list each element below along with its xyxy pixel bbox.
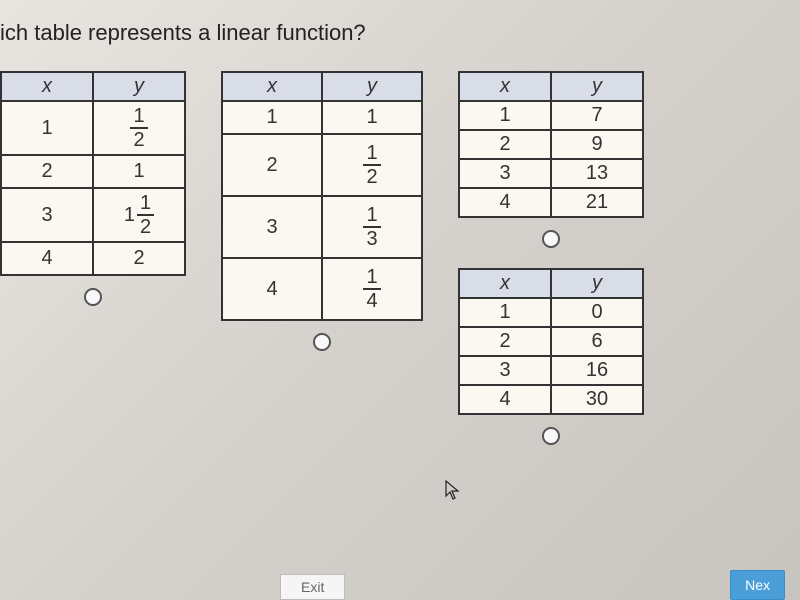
table-cell: 30 xyxy=(551,385,643,414)
header-x: x xyxy=(459,72,551,101)
table-cell: 0 xyxy=(551,298,643,327)
table-cell: 2 xyxy=(1,155,93,188)
header-x: x xyxy=(222,72,322,101)
option-3: x y 1 7 2 9 3 13 4 21 xyxy=(458,71,644,248)
option-2: x y 1 1 2 1 2 3 1 xyxy=(221,71,423,351)
table-cell: 3 xyxy=(459,356,551,385)
table-cell: 6 xyxy=(551,327,643,356)
table-cell: 1 3 xyxy=(322,196,422,258)
table-cell: 4 xyxy=(222,258,322,320)
next-button[interactable]: Nex xyxy=(730,570,785,600)
table-cell: 2 xyxy=(222,134,322,196)
fraction: 1 2 xyxy=(130,106,147,150)
table-cell: 3 xyxy=(459,159,551,188)
header-x: x xyxy=(1,72,93,101)
table-cell: 4 xyxy=(1,242,93,275)
table-cell: 16 xyxy=(551,356,643,385)
fraction: 1 4 xyxy=(363,267,380,311)
mixed-fraction: 1 1 2 xyxy=(124,193,154,237)
table-cell: 3 xyxy=(1,188,93,242)
header-y: y xyxy=(322,72,422,101)
table-cell: 1 2 xyxy=(93,101,185,155)
fraction: 1 2 xyxy=(363,143,380,187)
table-cell: 1 xyxy=(322,101,422,134)
header-y: y xyxy=(551,72,643,101)
table-cell: 2 xyxy=(93,242,185,275)
table-3: x y 1 7 2 9 3 13 4 21 xyxy=(458,71,644,218)
table-4: x y 1 0 2 6 3 16 4 30 xyxy=(458,268,644,415)
table-cell: 3 xyxy=(222,196,322,258)
radio-option-2[interactable] xyxy=(313,333,331,351)
cursor-icon xyxy=(445,480,461,508)
table-1: x y 1 1 2 2 1 3 1 xyxy=(0,71,186,276)
table-cell: 1 xyxy=(1,101,93,155)
table-2: x y 1 1 2 1 2 3 1 xyxy=(221,71,423,321)
table-cell: 2 xyxy=(459,327,551,356)
table-cell: 2 xyxy=(459,130,551,159)
exit-button[interactable]: Exit xyxy=(280,574,345,600)
table-cell: 4 xyxy=(459,385,551,414)
table-cell: 1 xyxy=(459,298,551,327)
table-cell: 9 xyxy=(551,130,643,159)
radio-option-1[interactable] xyxy=(84,288,102,306)
fraction: 1 3 xyxy=(363,205,380,249)
tables-container: x y 1 1 2 2 1 3 1 xyxy=(0,71,800,445)
table-cell: 13 xyxy=(551,159,643,188)
table-cell: 1 xyxy=(222,101,322,134)
table-cell: 7 xyxy=(551,101,643,130)
option-1: x y 1 1 2 2 1 3 1 xyxy=(0,71,186,306)
table-cell: 21 xyxy=(551,188,643,217)
option-4: x y 1 0 2 6 3 16 4 30 xyxy=(458,268,644,445)
table-cell: 1 1 2 xyxy=(93,188,185,242)
header-x: x xyxy=(459,269,551,298)
table-cell: 1 xyxy=(459,101,551,130)
radio-option-4[interactable] xyxy=(542,427,560,445)
table-cell: 1 4 xyxy=(322,258,422,320)
radio-option-3[interactable] xyxy=(542,230,560,248)
table-cell: 1 2 xyxy=(322,134,422,196)
right-column: x y 1 7 2 9 3 13 4 21 xyxy=(458,71,644,445)
header-y: y xyxy=(93,72,185,101)
question-text: ich table represents a linear function? xyxy=(0,20,800,71)
table-cell: 4 xyxy=(459,188,551,217)
header-y: y xyxy=(551,269,643,298)
table-cell: 1 xyxy=(93,155,185,188)
